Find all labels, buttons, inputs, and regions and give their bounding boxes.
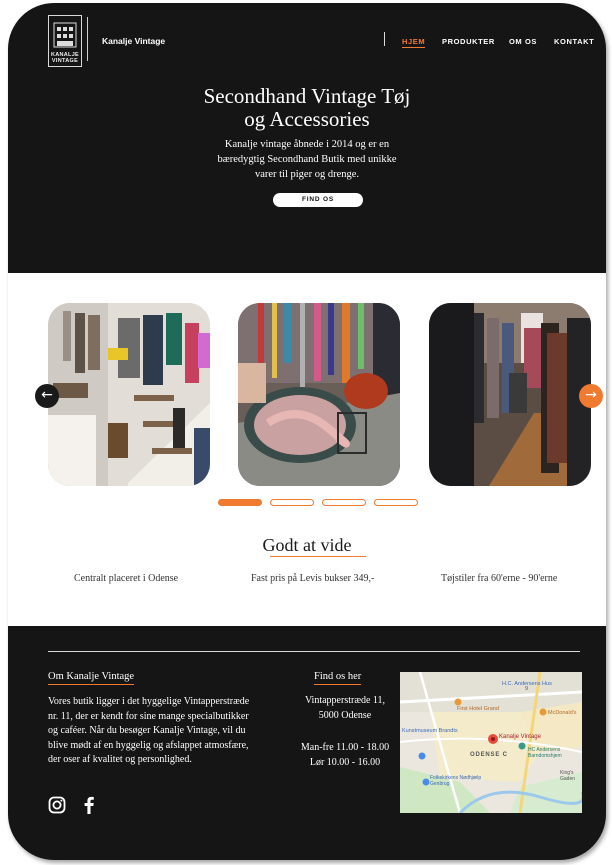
brand-name[interactable]: Kanalje Vintage (102, 36, 165, 46)
house-icon (53, 22, 77, 48)
facebook-icon[interactable] (83, 796, 95, 819)
map-andersen-house-label: HC Andersens Barndomshjem (528, 747, 562, 759)
hero-subtitle: Kanalje vintage åbnede i 2014 og er en b… (217, 139, 397, 180)
godt-at-vide-title: Godt at vide (262, 535, 352, 555)
map-museum-label: Kunstmuseum Brandts (402, 728, 458, 734)
hours-saturday: Lør 10.00 - 16.00 (309, 756, 381, 768)
nav-produkter[interactable]: PRODUKTER (442, 37, 495, 46)
carousel-next-button[interactable]: → (579, 384, 603, 408)
hero-title-line-2: og Accessories (244, 107, 370, 131)
address-city: 5000 Odense (318, 709, 372, 721)
instagram-icon[interactable] (48, 796, 66, 819)
title-underline (270, 556, 366, 557)
map-hotel-label: First Hotel Grand (457, 706, 499, 712)
carousel-dot-2[interactable] (270, 499, 314, 506)
nav-om-os[interactable]: OM OS (509, 37, 537, 46)
logo-line-2: VINTAGE (51, 58, 79, 64)
fact-levis-price: Fast pris på Levis bukser 349,- (251, 573, 375, 584)
fact-location: Centralt placeret i Odense (74, 573, 179, 584)
jewelry-table-photo[interactable] (238, 303, 400, 486)
find-title: Find os her (314, 671, 362, 685)
map-pin-label: Kanalje Vintage (499, 734, 541, 740)
logo-divider (87, 17, 88, 61)
about-text: Vores butik ligger i det hyggelige Vinta… (48, 696, 250, 765)
hero-title-line-1: Secondhand Vintage Tøj (203, 84, 411, 108)
address-street: Vintapperstræde 11, (304, 695, 386, 706)
hero-title: Secondhand Vintage Tøj og Accessories (8, 85, 606, 131)
nav-divider (384, 32, 385, 46)
page-frame: KANALJE VINTAGE Kanalje Vintage HJEM PRO… (8, 3, 606, 860)
nav-hjem[interactable]: HJEM (402, 37, 426, 48)
clothing-racks-photo[interactable] (429, 303, 591, 486)
shop-staircase-photo[interactable] (48, 303, 210, 486)
location-map[interactable]: Kanalje Vintage ODENSE C First Hotel Gra… (400, 672, 582, 813)
footer-divider (48, 651, 580, 652)
content-section: ← → Godt at vide Centralt placeret i Ode… (8, 273, 606, 626)
carousel-dot-4[interactable] (374, 499, 418, 506)
map-folkekirken-label: Folkekirkens Nødhjælp Genbrug (430, 775, 482, 787)
nav-kontakt[interactable]: KONTAKT (554, 37, 594, 46)
logo[interactable]: KANALJE VINTAGE (48, 15, 82, 67)
map-district-label: ODENSE C (470, 752, 508, 758)
carousel-dot-1[interactable] (218, 499, 262, 506)
map-road-label: 9 (525, 686, 529, 692)
opening-hours: Man-fre 11.00 - 18.00 Lør 10.00 - 16.00 (280, 741, 410, 770)
about-title: Om Kanalje Vintage (48, 671, 135, 685)
map-mcdonalds-label: McDonald's (548, 710, 577, 716)
map-kings-label: King's Gaden (560, 770, 576, 782)
arrow-right-icon: → (585, 387, 597, 403)
carousel-prev-button[interactable]: ← (35, 384, 59, 408)
arrow-left-icon: ← (41, 387, 53, 403)
carousel-dot-3[interactable] (322, 499, 366, 506)
address: Vintapperstræde 11, 5000 Odense (280, 694, 410, 723)
hours-weekdays: Man-fre 11.00 - 18.00 (300, 742, 390, 753)
fact-styles: Tøjstiler fra 60'erne - 90'erne (441, 573, 558, 584)
find-os-button[interactable]: FIND OS (273, 193, 363, 207)
